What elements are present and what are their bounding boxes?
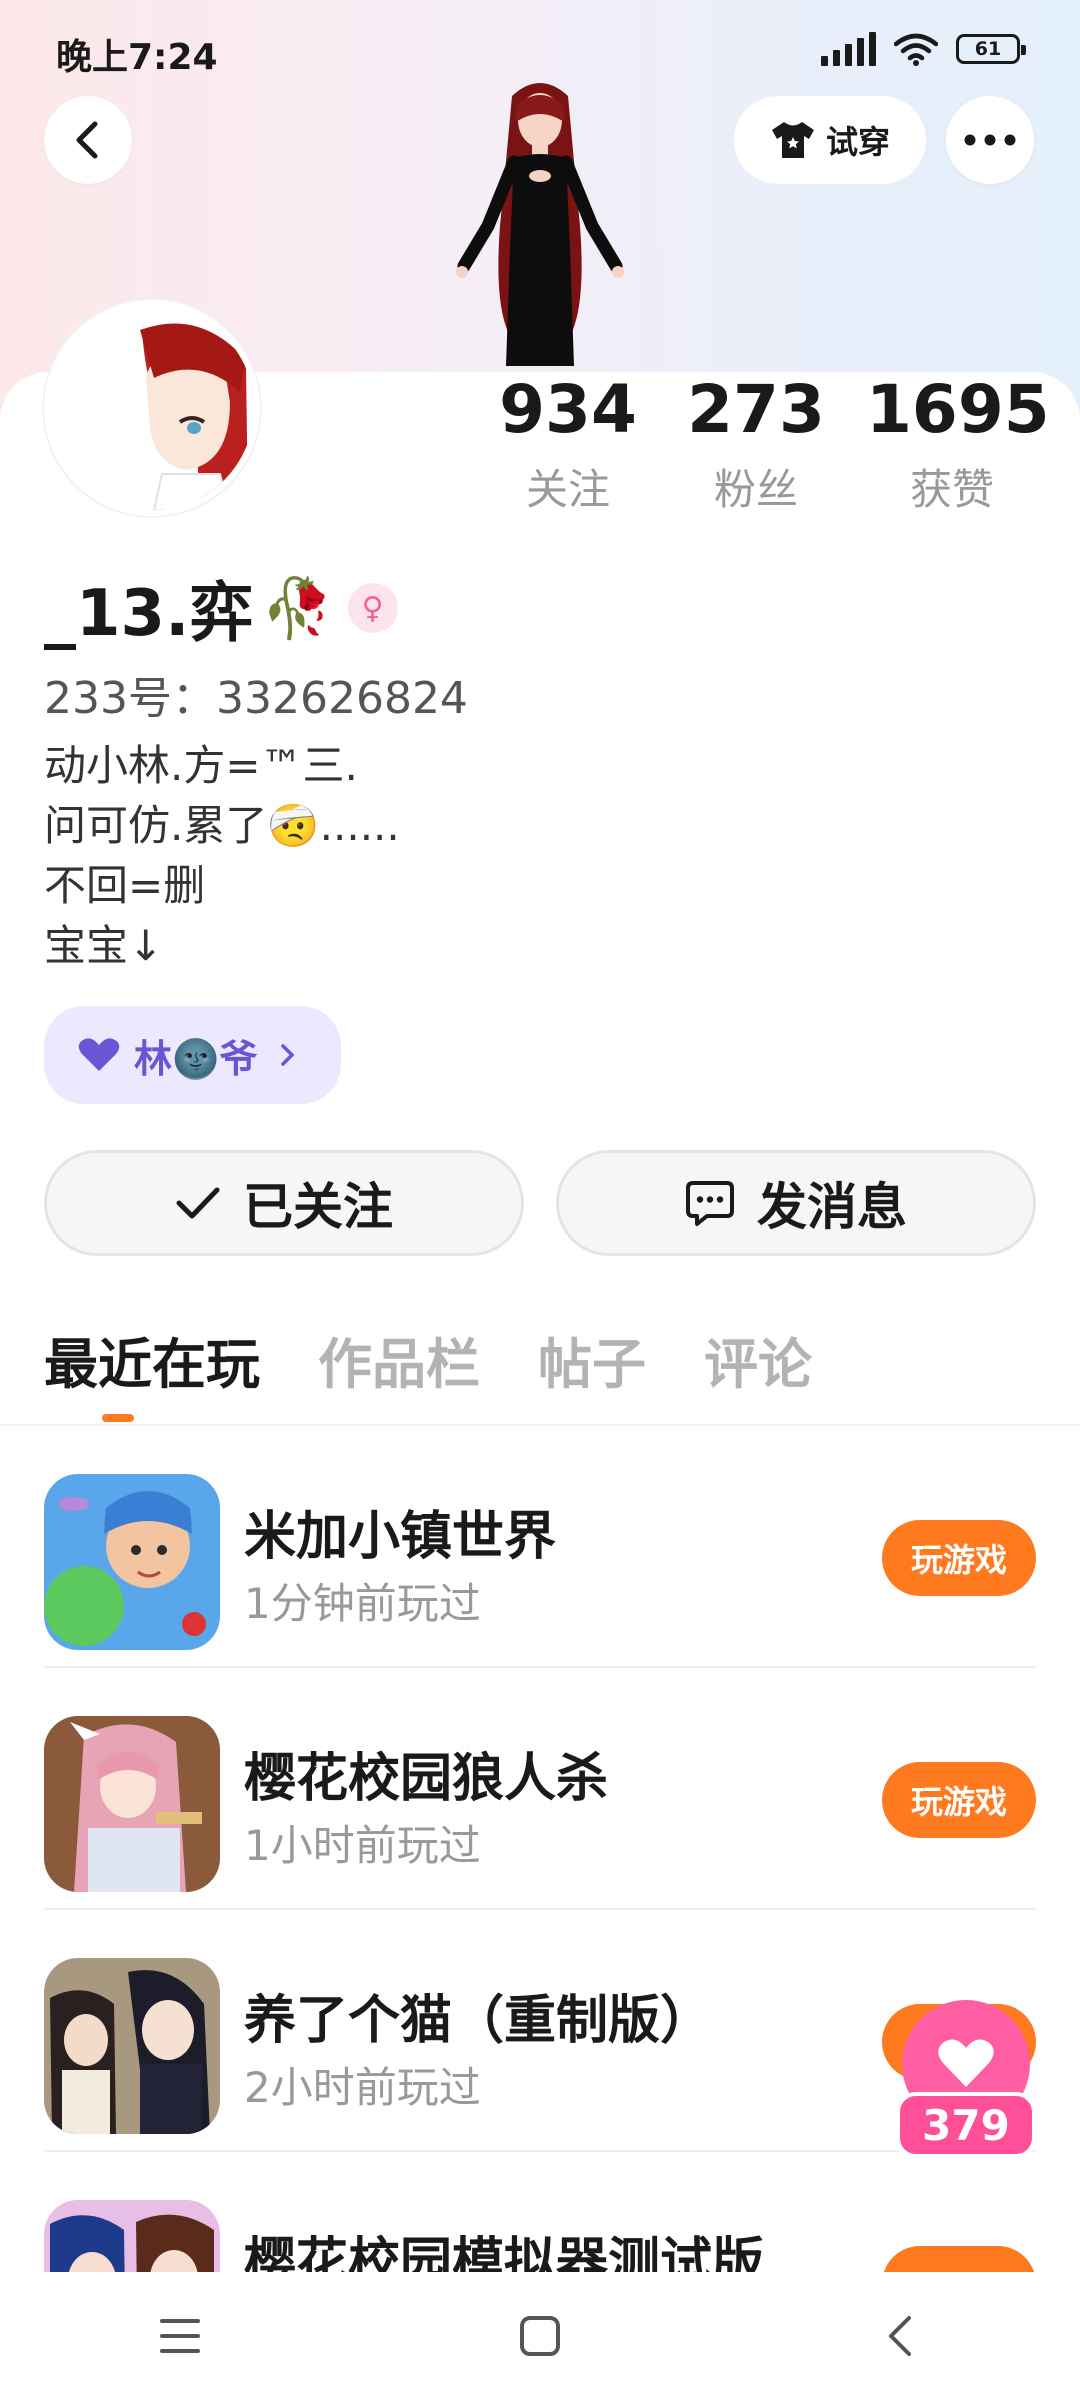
tab-recently-played[interactable]: 最近在玩 [44,1320,260,1399]
user-id: 233号：332626824 [44,673,468,724]
stat-following[interactable]: 934 关注 [494,372,642,517]
game-item[interactable]: 樱花校园模拟器测试版 [44,2154,1036,2272]
avatar-portrait [50,306,254,510]
status-time: 晚上7:24 [56,37,218,78]
send-message-label: 发消息 [757,1178,907,1236]
game-title: 米加小镇世界 [244,1507,557,1567]
back-button[interactable] [44,96,132,184]
bio-line: 不回=删 [44,861,206,910]
game-title: 樱花校园狼人杀 [244,1749,609,1809]
likes-label: 获赞 [909,465,994,514]
try-on-label: 试穿 [825,123,890,161]
followers-label: 粉丝 [713,465,798,514]
username-row: _13.弈 🥀 ♀ [44,562,398,654]
back-triangle-icon [889,2316,911,2356]
character-illustration [456,83,624,366]
play-game-button[interactable]: 玩游戏 [882,1762,1036,1838]
stat-followers[interactable]: 273 粉丝 [682,372,830,517]
game-last-played: 1分钟前玩过 [244,1579,481,1628]
home-nav-button[interactable] [500,2296,580,2376]
tab-posts[interactable]: 帖子 [538,1320,646,1399]
tshirt-icon [771,122,814,158]
check-icon [176,1187,220,1219]
tab-comments[interactable]: 评论 [704,1320,812,1399]
bio-line: 宝宝↓ [44,921,164,970]
game-item[interactable]: 养了个猫（重制版） 2小时前玩过 [44,1912,1036,2152]
play-game-button[interactable]: 玩游戏 [882,1520,1036,1596]
following-button-label: 已关注 [243,1178,393,1236]
active-tab-indicator [102,1414,134,1422]
send-message-button[interactable]: 发消息 [556,1150,1036,1256]
divider [44,1666,1036,1668]
signal-icon [821,32,876,66]
menu-icon [160,2319,200,2353]
try-on-button[interactable]: 试穿 [734,96,926,184]
battery-icon: 61 [956,34,1026,64]
game-title: 樱花校园模拟器测试版 [244,2233,765,2272]
stat-likes[interactable]: 1695 获赞 [866,371,1050,517]
game-icon [44,1716,220,1892]
following-label: 关注 [525,465,610,514]
female-icon: ♀ [347,583,398,633]
avatar-character-3d[interactable] [430,76,650,372]
like-floating-button[interactable]: 379 [896,2000,1036,2162]
game-title: 养了个猫（重制版） [244,1991,713,2051]
bio: 动小林.方=™三. 问可仿.累了🤕...... 不回=删 宝宝↓ [44,736,400,976]
close-friend-name: 林🌚爷 [134,1036,258,1081]
username: _13.弈 [44,577,254,651]
rose-emoji: 🥀 [261,573,334,642]
menu-nav-button[interactable] [140,2296,220,2376]
game-item[interactable]: 樱花校园狼人杀 1小时前玩过 玩游戏 [44,1670,1036,1910]
divider [44,2150,1036,2152]
more-button[interactable] [946,96,1034,184]
more-icon [964,134,1016,146]
close-friend-tag[interactable]: 林🌚爷 [44,1006,342,1104]
following-button[interactable]: 已关注 [44,1150,524,1256]
game-icon [44,2200,220,2272]
home-square-icon [520,2316,560,2356]
back-nav-button[interactable] [860,2296,940,2376]
divider [44,1908,1036,1910]
likes-count: 1695 [866,371,1050,448]
chevron-left-icon [76,121,98,159]
heart-icon [78,1038,120,1071]
like-count: 379 [896,2092,1036,2158]
game-item[interactable]: 米加小镇世界 1分钟前玩过 玩游戏 [44,1428,1036,1668]
tab-works[interactable]: 作品栏 [318,1320,480,1399]
chat-bubble-icon [686,1181,734,1226]
tab-divider [0,1424,1080,1426]
followers-count: 273 [687,371,825,448]
profile-tabs: 最近在玩 作品栏 帖子 评论 [44,1320,812,1399]
following-count: 934 [499,371,637,448]
heart-icon [938,2039,994,2087]
bio-line: 问可仿.累了🤕...... [44,801,400,850]
game-icon [44,1958,220,2134]
chevron-right-icon [281,1044,295,1066]
status-icons: 61 [821,32,1026,66]
bio-line: 动小林.方=™三. [44,741,358,790]
game-last-played: 1小时前玩过 [244,1821,481,1870]
system-navigation-bar [0,2272,1080,2400]
game-icon [44,1474,220,1650]
play-game-button[interactable] [882,2246,1036,2272]
game-last-played: 2小时前玩过 [244,2063,481,2112]
avatar[interactable] [44,300,260,516]
wifi-icon [894,33,938,66]
